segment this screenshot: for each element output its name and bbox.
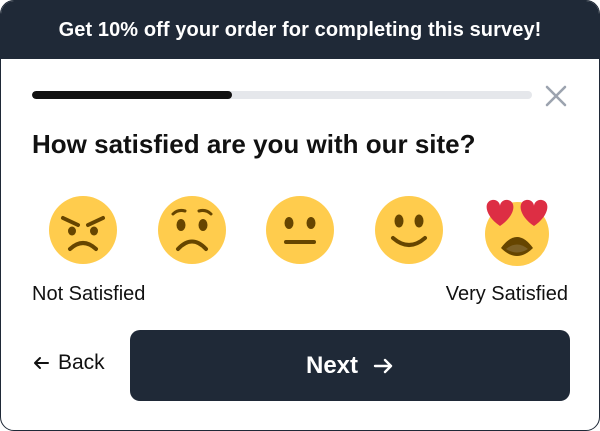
next-button[interactable]: Next bbox=[130, 330, 570, 401]
close-button[interactable] bbox=[543, 83, 569, 109]
angry-face-icon bbox=[49, 196, 117, 264]
survey-card: Get 10% off your order for completing th… bbox=[0, 0, 600, 431]
rating-option-3[interactable] bbox=[264, 194, 336, 266]
rating-option-4[interactable] bbox=[373, 194, 445, 266]
frowning-face-icon bbox=[157, 196, 226, 264]
scale-low-label: Not Satisfied bbox=[32, 283, 146, 305]
back-button-label: Back bbox=[58, 351, 105, 374]
rating-option-2[interactable] bbox=[156, 194, 228, 266]
arrow-right-icon bbox=[373, 358, 393, 373]
discount-banner: Get 10% off your order for completing th… bbox=[1, 1, 599, 59]
arrow-left-icon bbox=[34, 357, 49, 369]
progress-row bbox=[32, 81, 569, 111]
scale-labels: Not Satisfied Very Satisfied bbox=[32, 283, 568, 306]
rating-options bbox=[47, 194, 553, 266]
back-button[interactable]: Back bbox=[32, 351, 105, 375]
progress-bar-fill bbox=[32, 91, 232, 99]
scale-high-label: Very Satisfied bbox=[445, 283, 568, 305]
progress-bar bbox=[32, 91, 532, 99]
rating-option-1[interactable] bbox=[47, 194, 119, 266]
heart-eyes-face-icon bbox=[485, 199, 549, 266]
banner-text: Get 10% off your order for completing th… bbox=[58, 18, 542, 41]
neutral-face-icon bbox=[266, 196, 334, 264]
survey-question: How satisfied are you with our site? bbox=[32, 129, 476, 159]
next-button-label: Next bbox=[305, 351, 359, 379]
rating-option-5[interactable] bbox=[481, 194, 553, 266]
slightly-smiling-face-icon bbox=[374, 196, 443, 264]
close-icon bbox=[545, 85, 567, 107]
